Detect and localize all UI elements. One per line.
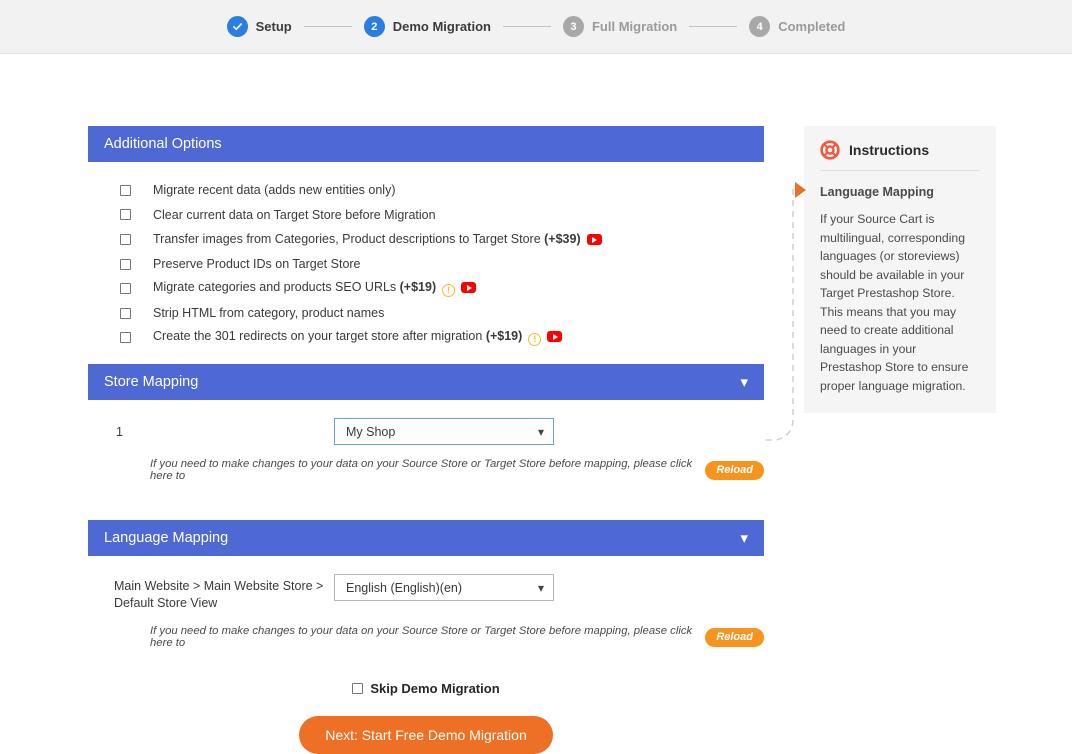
step-label-demo-migration: Demo Migration [392, 19, 491, 34]
store-mapping-select[interactable]: My Shop ▾ [334, 418, 554, 446]
lifebuoy-icon [820, 140, 840, 160]
language-mapping-select[interactable]: English (English)(en) ▾ [334, 574, 554, 602]
step-full-migration[interactable]: 3 Full Migration [562, 16, 678, 37]
store-mapping-reload-button[interactable]: Reload [705, 460, 764, 480]
option-label: Clear current data on Target Store befor… [153, 207, 436, 222]
store-mapping-hint-row: If you need to make changes to your data… [88, 445, 764, 498]
option-price: (+$39) [540, 232, 581, 247]
language-mapping-row: Main Website > Main Website Store > Defa… [88, 574, 764, 612]
step-marker-demo-migration: 2 [363, 16, 385, 37]
start-demo-migration-button[interactable]: Next: Start Free Demo Migration [299, 716, 553, 754]
language-mapping-source-label: Main Website > Main Website Store > Defa… [114, 579, 324, 611]
option-label: Migrate categories and products SEO URLs… [153, 280, 477, 298]
step-label-full-migration: Full Migration [591, 19, 678, 34]
option-price: (+$19) [482, 329, 523, 344]
step-label-completed: Completed [778, 19, 846, 34]
instructions-title: Instructions [849, 142, 930, 158]
option-checkbox[interactable] [120, 233, 131, 245]
option-row[interactable]: Create the 301 redirects on your target … [120, 326, 764, 351]
instructions-panel: Instructions Language Mapping If your So… [795, 126, 996, 413]
store-mapping-row: 1 My Shop ▾ [88, 418, 764, 446]
chevron-down-icon: ▾ [537, 424, 544, 439]
skip-demo-migration-checkbox[interactable] [352, 683, 364, 695]
option-label: Transfer images from Categories, Product… [153, 232, 602, 246]
store-mapping-title: Store Mapping [104, 374, 199, 391]
youtube-icon[interactable] [461, 282, 477, 294]
option-row[interactable]: Transfer images from Categories, Product… [120, 227, 764, 252]
panel-spacer [88, 504, 764, 520]
instructions-pointer-icon [795, 182, 806, 198]
youtube-icon[interactable] [586, 234, 602, 246]
instructions-body: If your Source Cart is multilingual, cor… [820, 212, 969, 393]
option-label: Preserve Product IDs on Target Store [153, 257, 361, 272]
option-checkbox[interactable] [120, 258, 131, 270]
option-checkbox[interactable] [120, 332, 131, 344]
check-icon [232, 23, 242, 31]
option-row[interactable]: Strip HTML from category, product names [120, 301, 764, 326]
main-column: Additional Options Migrate recent data (… [88, 126, 764, 754]
info-icon[interactable]: ! [528, 333, 542, 347]
option-label: Migrate recent data (adds new entities o… [153, 183, 396, 198]
chevron-down-icon[interactable]: ▾ [740, 375, 748, 390]
option-checkbox[interactable] [120, 307, 131, 319]
option-checkbox[interactable] [120, 184, 131, 196]
skip-demo-migration-label: Skip Demo Migration [370, 681, 500, 697]
additional-options-header: Additional Options [88, 126, 764, 162]
store-mapping-panel: Store Mapping ▾ 1 My Shop ▾ If you need … [88, 364, 764, 505]
option-label: Create the 301 redirects on your target … [153, 329, 563, 347]
store-mapping-hint: If you need to make changes to your data… [150, 458, 693, 483]
step-marker-full-migration: 3 [562, 16, 584, 37]
additional-options-panel: Additional Options Migrate recent data (… [88, 126, 764, 365]
option-row[interactable]: Migrate categories and products SEO URLs… [120, 276, 764, 301]
youtube-icon[interactable] [547, 331, 563, 343]
additional-options-title: Additional Options [104, 136, 222, 152]
store-mapping-header[interactable]: Store Mapping ▾ [88, 364, 764, 401]
option-row[interactable]: Migrate recent data (adds new entities o… [120, 178, 764, 203]
instructions-subtitle: Language Mapping [820, 185, 934, 199]
store-mapping-select-value: My Shop [346, 424, 396, 439]
language-mapping-reload-button[interactable]: Reload [705, 627, 764, 647]
step-label-setup: Setup [255, 19, 292, 34]
store-mapping-source-label: 1 [116, 425, 123, 440]
language-mapping-header[interactable]: Language Mapping ▾ [88, 520, 764, 557]
option-label: Strip HTML from category, product names [153, 306, 385, 321]
option-row[interactable]: Preserve Product IDs on Target Store [120, 252, 764, 277]
step-setup[interactable]: Setup [226, 16, 292, 37]
step-separator [502, 26, 551, 27]
language-mapping-select-value: English (English)(en) [346, 580, 463, 595]
step-separator [303, 26, 352, 27]
language-mapping-hint-row: If you need to make changes to your data… [88, 612, 764, 665]
language-mapping-title: Language Mapping [104, 530, 229, 547]
step-marker-setup [226, 16, 248, 37]
option-row[interactable]: Clear current data on Target Store befor… [120, 203, 764, 228]
info-icon[interactable]: ! [442, 284, 456, 298]
step-demo-migration[interactable]: 2 Demo Migration [363, 16, 491, 37]
option-price: (+$19) [396, 280, 437, 295]
chevron-down-icon[interactable]: ▾ [740, 531, 748, 546]
language-mapping-panel: Language Mapping ▾ Main Website > Main W… [88, 520, 764, 672]
step-separator [689, 26, 738, 27]
skip-demo-migration-row[interactable]: Skip Demo Migration [88, 681, 764, 696]
step-marker-completed: 4 [749, 16, 771, 37]
additional-options-list: Migrate recent data (adds new entities o… [88, 162, 764, 364]
chevron-down-icon: ▾ [537, 580, 544, 595]
option-checkbox[interactable] [120, 209, 131, 221]
progress-stepper: Setup 2 Demo Migration 3 Full Migration 4 Comp… [0, 0, 1072, 54]
language-mapping-hint: If you need to make changes to your data… [150, 625, 693, 650]
option-checkbox[interactable] [120, 283, 131, 295]
step-completed[interactable]: 4 Completed [749, 16, 845, 37]
